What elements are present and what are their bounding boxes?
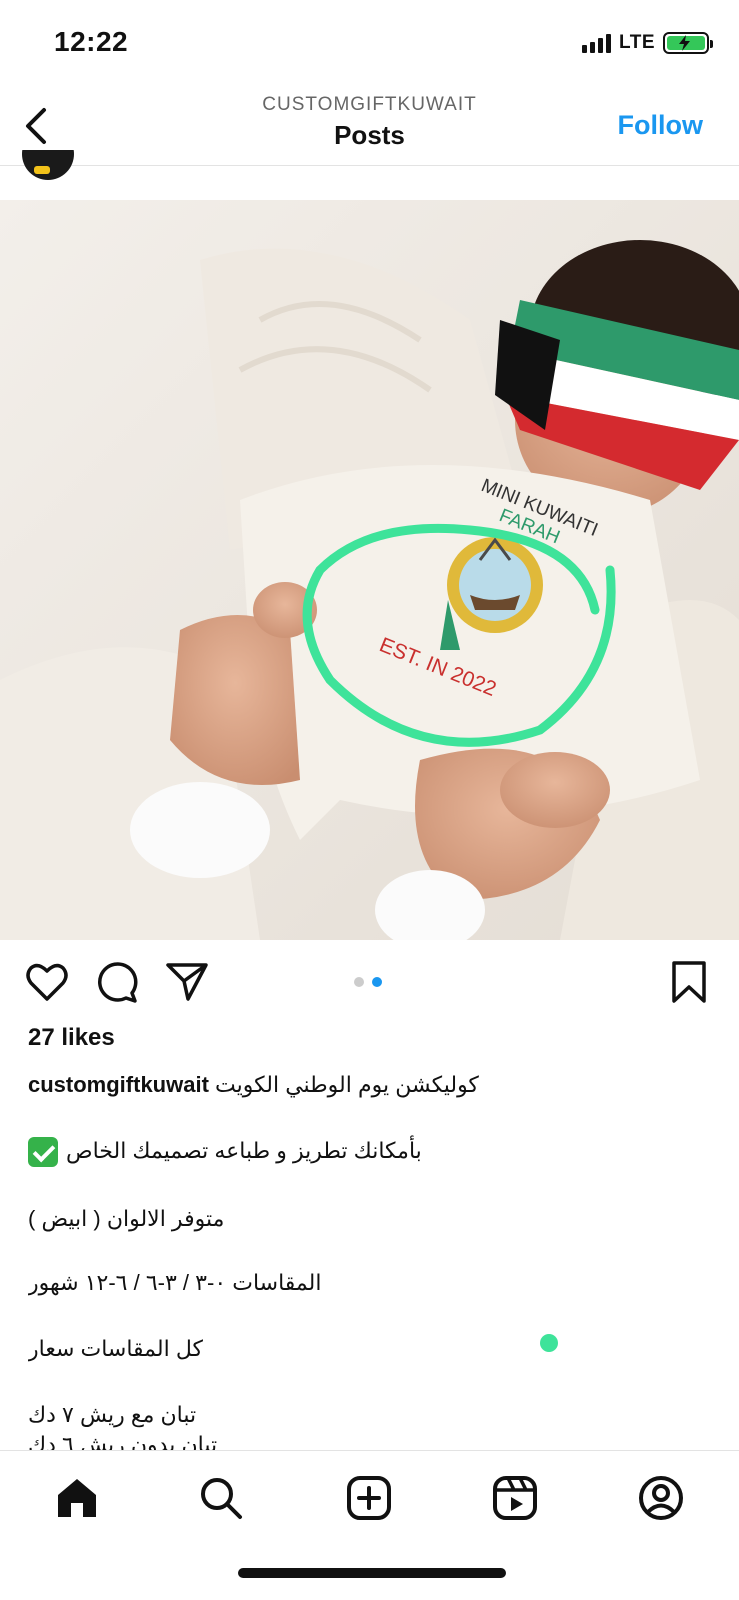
caption-title: كوليكشن يوم الوطني الكويت [215,1072,479,1097]
like-button[interactable] [24,959,70,1005]
tab-profile[interactable] [636,1473,686,1523]
caption-line-4: المقاسات ٠-٣ / ٣-٦ / ٦-١٢ شهور [28,1270,322,1295]
status-time: 12:22 [54,26,129,57]
post-photo: MINI KUWAITI FARAH EST. IN 2022 [0,200,739,940]
caption-line-6: تبان مع ريش ٧ دك [28,1402,197,1427]
caption-line-7: تبان بدون ريش ٦ دك [28,1432,218,1450]
nav-bar: CUSTOMGIFTKUWAIT Posts Follow [0,88,739,166]
tab-create[interactable] [344,1473,394,1523]
caption-username[interactable]: customgiftkuwait [28,1072,209,1097]
heart-icon [26,963,68,1001]
network-label: LTE [619,32,655,53]
status-indicators: LTE [582,32,713,54]
post-actions [0,955,739,1015]
post-caption: customgiftkuwait كوليكشن يوم الوطني الكو… [28,1070,718,1450]
caption-line-2: بأمكانك تطريز و طباعه تصميمك الخاص [28,1136,422,1168]
carousel-indicator [354,977,382,987]
comment-button[interactable] [94,959,140,1005]
home-icon [58,1479,96,1517]
tab-search[interactable] [196,1473,246,1523]
carousel-dot-2 [372,977,382,987]
caption-line-3: متوفر الالوان ( ابيض ) [28,1206,225,1231]
signal-icon [582,33,612,53]
save-button[interactable] [666,959,712,1005]
reels-icon [493,1476,537,1520]
create-icon [347,1476,391,1520]
caption-title-line: customgiftkuwait كوليكشن يوم الوطني الكو… [28,1070,479,1100]
share-button[interactable] [164,959,210,1005]
annotation-dot [540,1334,558,1352]
likes-count[interactable]: 27 likes [28,1024,115,1052]
checkmark-icon [28,1137,58,1168]
send-icon [166,963,208,1001]
caption-line-5: كل المقاسات سعار [28,1336,203,1361]
battery-icon [663,32,713,54]
tab-reels[interactable] [490,1473,540,1523]
search-icon [201,1478,242,1519]
follow-button[interactable]: Follow [618,110,703,141]
avatar[interactable] [22,150,74,180]
bookmark-icon [672,961,706,1003]
status-bar: 12:22 LTE [0,0,739,88]
carousel-dot-1 [354,977,364,987]
post-image[interactable]: MINI KUWAITI FARAH EST. IN 2022 [0,200,739,940]
caption-line-2-text: بأمكانك تطريز و طباعه تصميمك الخاص [66,1138,422,1163]
profile-icon [639,1476,683,1520]
tab-home[interactable] [52,1473,102,1523]
comment-icon [98,962,138,1003]
home-indicator [238,1568,506,1578]
